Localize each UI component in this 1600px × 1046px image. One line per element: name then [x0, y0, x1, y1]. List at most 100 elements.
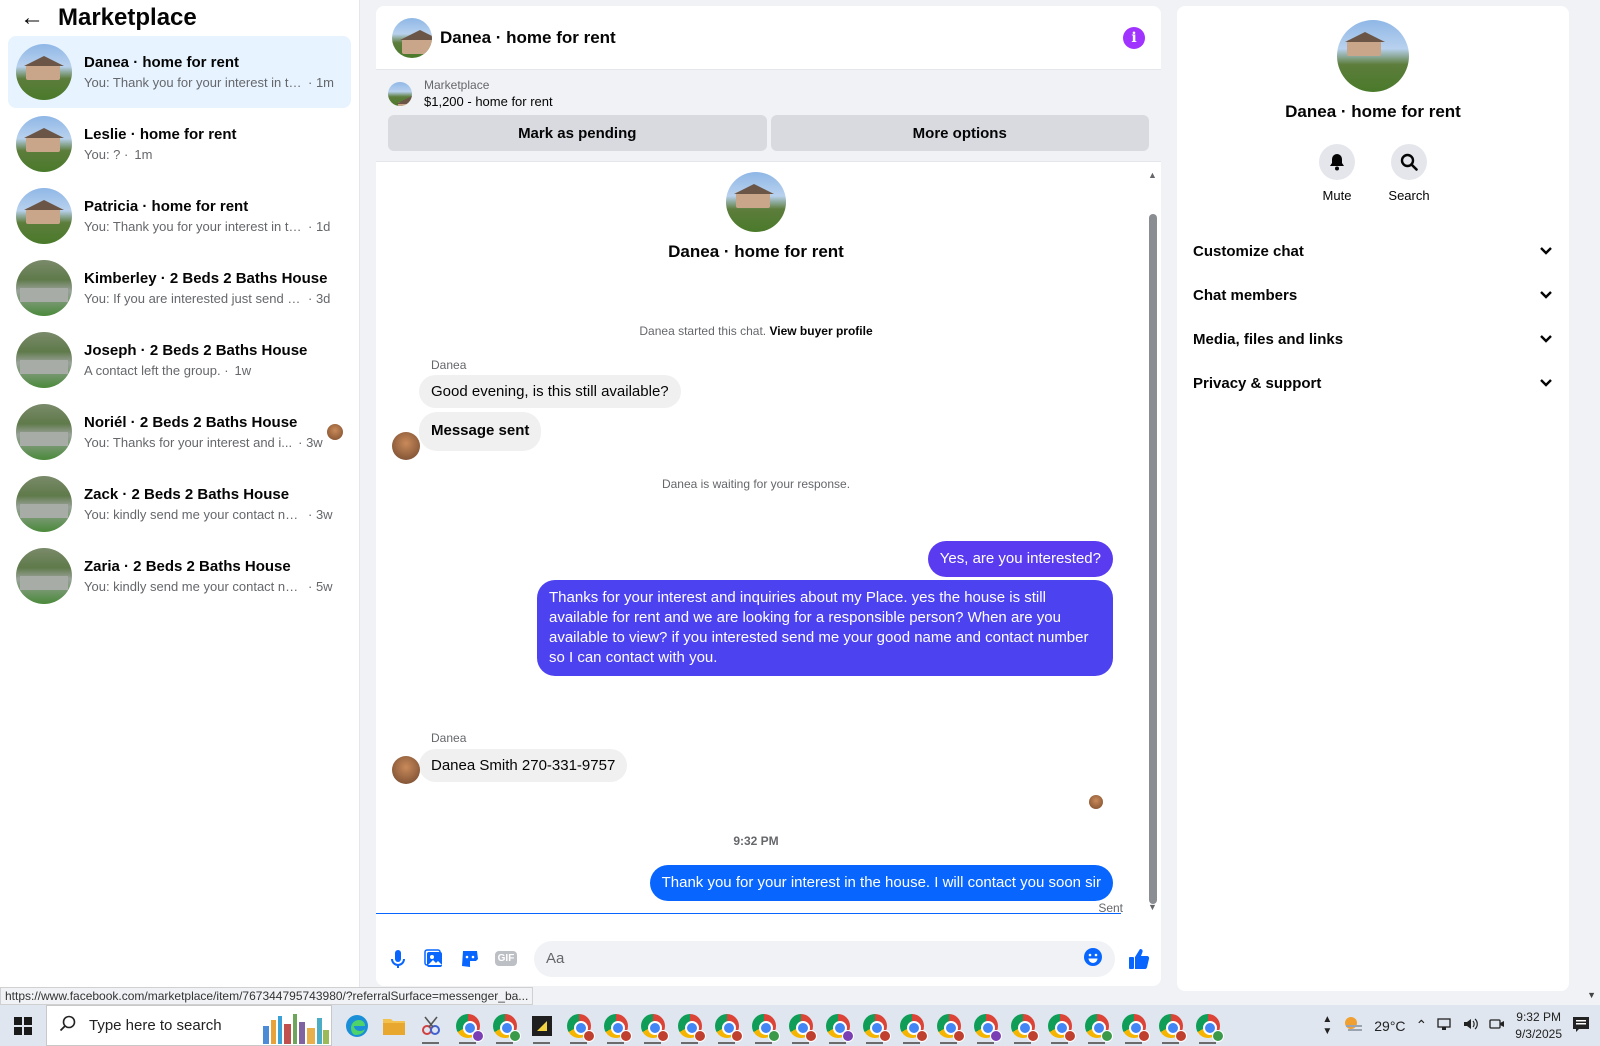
conversation-item[interactable]: Kimberley · 2 Beds 2 Baths House You: If …	[8, 252, 351, 324]
info-section-media-files-and-links[interactable]: Media, files and links	[1193, 317, 1553, 361]
view-buyer-profile-link[interactable]: View buyer profile	[769, 324, 872, 338]
message-input[interactable]: Aa	[534, 940, 1115, 977]
taskbar-chrome-icon[interactable]	[634, 1005, 671, 1046]
info-section-customize-chat[interactable]: Customize chat	[1193, 229, 1553, 273]
conversation-preview: You: If you are interested just send us …	[84, 291, 343, 306]
info-section-privacy-support[interactable]: Privacy & support	[1193, 361, 1553, 405]
taskbar-chrome-icon[interactable]	[782, 1005, 819, 1046]
scrollbar-thumb[interactable]	[1149, 214, 1157, 904]
taskbar-chrome-icon[interactable]	[449, 1005, 486, 1046]
conversation-item[interactable]: Zack · 2 Beds 2 Baths House You: kindly s…	[8, 468, 351, 540]
thread-scrollbar[interactable]: ▲ ▼	[1148, 170, 1157, 912]
conversation-title: Leslie · home for rent	[84, 126, 237, 143]
taskbar-edge-icon[interactable]	[338, 1005, 375, 1046]
chat-panel: Danea · home for rent i Marketplace $1,2…	[376, 6, 1161, 986]
outgoing-message[interactable]: Thanks for your interest and inquiries a…	[537, 580, 1113, 676]
scroll-down-arrow-icon[interactable]: ▼	[1148, 902, 1157, 912]
conversation-preview: You: ? · 1m	[84, 147, 343, 162]
gif-label: GIF	[494, 951, 518, 966]
weather-temperature[interactable]: 29°C	[1374, 1018, 1405, 1034]
conversation-item[interactable]: Noriél · 2 Beds 2 Baths House You: Thanks…	[8, 396, 351, 468]
mark-as-pending-button[interactable]: Mark as pending	[388, 115, 767, 151]
listing-price-title[interactable]: $1,200 - home for rent	[424, 94, 553, 109]
info-icon[interactable]: i	[1123, 26, 1145, 49]
conversation-thumbnail	[16, 476, 72, 532]
windows-start-icon[interactable]	[0, 1005, 46, 1046]
photo-attach-icon[interactable]	[422, 947, 446, 971]
mute-button[interactable]: Mute	[1317, 144, 1357, 203]
network-icon[interactable]	[1437, 1017, 1453, 1034]
microphone-icon[interactable]	[386, 947, 410, 971]
volume-icon[interactable]	[1463, 1017, 1479, 1034]
mute-label: Mute	[1322, 188, 1352, 203]
conversation-item[interactable]: Danea · home for rent You: Thank you for …	[8, 36, 351, 108]
taskbar-chrome-icon[interactable]	[930, 1005, 967, 1046]
back-arrow-icon[interactable]: ←	[20, 4, 44, 32]
taskbar-clock[interactable]: 9:32 PM 9/3/2025	[1515, 1009, 1562, 1043]
taskbar-chrome-icon[interactable]	[745, 1005, 782, 1046]
taskbar-chrome-icon[interactable]	[1115, 1005, 1152, 1046]
notifications-icon[interactable]	[1572, 1016, 1590, 1035]
taskbar-sticky-notes-icon[interactable]	[523, 1005, 560, 1046]
conversation-title: Patricia · home for rent	[84, 198, 249, 215]
taskbar-chrome-icon[interactable]	[856, 1005, 893, 1046]
search-in-chat-button[interactable]: Search	[1388, 144, 1430, 203]
outgoing-message[interactable]: Yes, are you interested?	[927, 541, 1113, 577]
meet-now-icon[interactable]	[1489, 1017, 1505, 1034]
taskbar-chrome-icon[interactable]	[1041, 1005, 1078, 1046]
taskbar-chrome-icon[interactable]	[486, 1005, 523, 1046]
more-options-button[interactable]: More options	[770, 115, 1149, 151]
incoming-message[interactable]: Message sent	[419, 412, 542, 451]
clock-date: 9/3/2025	[1515, 1026, 1562, 1041]
taskbar-chrome-icon[interactable]	[597, 1005, 634, 1046]
conversation-snippet: You: Thanks for your interest and i...	[84, 435, 293, 450]
profile-name[interactable]: Danea · home for rent	[1177, 102, 1569, 122]
taskbar-scroll-arrows-icon[interactable]: ▲ ▼	[1322, 1014, 1332, 1038]
taskbar-search-box[interactable]: Type here to search	[46, 1005, 332, 1046]
conversation-preview: You: kindly send me your contact nu... · …	[84, 507, 343, 522]
conversation-preview: You: Thank you for your interest in th..…	[84, 219, 343, 234]
conversation-item[interactable]: Leslie · home for rent You: ? · 1m	[8, 108, 351, 180]
gif-icon[interactable]: GIF	[494, 947, 518, 971]
taskbar-chrome-icon[interactable]	[1152, 1005, 1189, 1046]
taskbar-chrome-icon[interactable]	[708, 1005, 745, 1046]
chat-intro: Danea · home for rent	[376, 172, 1136, 262]
conversation-item[interactable]: Joseph · 2 Beds 2 Baths House A contact l…	[8, 324, 351, 396]
taskbar-chrome-icon[interactable]	[560, 1005, 597, 1046]
section-label: Privacy & support	[1193, 374, 1322, 392]
page-scroll-down-arrow-icon[interactable]: ▼	[1587, 990, 1596, 1000]
sticker-icon[interactable]	[458, 947, 482, 971]
incoming-message[interactable]: Danea Smith 270-331-9757	[419, 749, 628, 782]
taskbar-snipping-tool-icon[interactable]	[412, 1005, 449, 1046]
taskbar-chrome-icon[interactable]	[819, 1005, 856, 1046]
chat-avatar[interactable]	[392, 17, 432, 58]
conversation-snippet: A contact left the group. ·	[84, 363, 229, 378]
conversation-item[interactable]: Zaria · 2 Beds 2 Baths House You: kindly …	[8, 540, 351, 612]
weather-icon[interactable]	[1342, 1015, 1364, 1036]
taskbar-chrome-icon[interactable]	[1189, 1005, 1226, 1046]
taskbar-chrome-icon[interactable]	[893, 1005, 930, 1046]
taskbar-chrome-icon[interactable]	[671, 1005, 708, 1046]
profile-avatar[interactable]	[1337, 20, 1409, 92]
sender-avatar[interactable]	[392, 756, 420, 784]
sidebar-header: ← Marketplace	[0, 0, 359, 36]
chat-title[interactable]: Danea · home for rent	[440, 28, 1123, 48]
info-section-chat-members[interactable]: Chat members	[1193, 273, 1553, 317]
emoji-icon[interactable]	[1083, 947, 1103, 971]
sender-avatar[interactable]	[392, 432, 420, 460]
sender-name: Danea	[431, 358, 467, 372]
conversation-item[interactable]: Patricia · home for rent You: Thank you f…	[8, 180, 351, 252]
taskbar-file-explorer-icon[interactable]	[375, 1005, 412, 1046]
taskbar-chrome-icon[interactable]	[1078, 1005, 1115, 1046]
show-hidden-icons-chevron-icon[interactable]: ⌃	[1416, 1017, 1428, 1034]
chat-header: Danea · home for rent i	[376, 6, 1161, 70]
listing-thumbnail[interactable]	[388, 81, 412, 106]
taskbar-chrome-icon[interactable]	[967, 1005, 1004, 1046]
scroll-up-arrow-icon[interactable]: ▲	[1148, 170, 1157, 180]
like-thumb-icon[interactable]	[1127, 947, 1151, 971]
incoming-message[interactable]: Good evening, is this still available?	[419, 375, 681, 408]
section-label: Customize chat	[1193, 242, 1304, 260]
outgoing-message[interactable]: Thank you for your interest in the house…	[649, 865, 1113, 901]
taskbar-chrome-icon[interactable]	[1004, 1005, 1041, 1046]
conversation-text: Leslie · home for rent You: ? · 1m	[84, 126, 343, 162]
